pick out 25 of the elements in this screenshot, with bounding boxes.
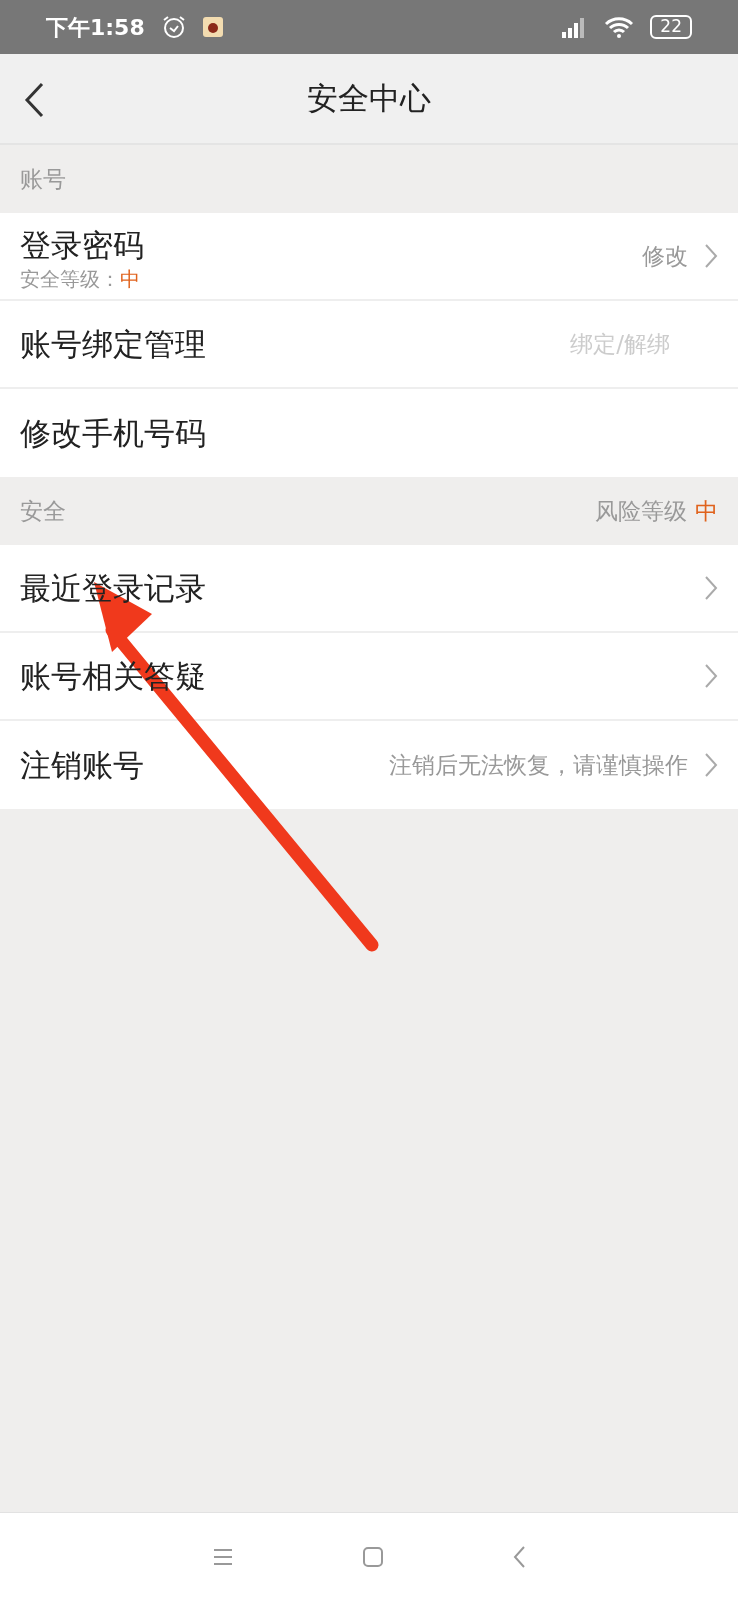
chevron-icon xyxy=(704,575,718,601)
chevron-icon xyxy=(704,752,718,778)
app-notification-icon xyxy=(202,17,223,37)
wifi-icon xyxy=(604,16,635,38)
chevron-icon xyxy=(704,663,718,689)
row-label: 账号绑定管理 xyxy=(20,324,206,364)
row-value: 注销后无法恢复，请谨慎操作 xyxy=(389,750,688,780)
risk-level-label: 风险等级 xyxy=(595,496,687,526)
home-icon xyxy=(363,1547,383,1567)
battery-indicator: 22 xyxy=(650,15,692,39)
back-icon xyxy=(513,1546,525,1568)
row-label: 登录密码 xyxy=(20,225,144,265)
page-title: 安全中心 xyxy=(307,79,431,119)
risk-level-value: 中 xyxy=(695,496,718,526)
security-level-label: 安全等级： xyxy=(20,268,120,291)
section-header: 账号 xyxy=(20,164,66,194)
status-time: 下午1:58 xyxy=(46,13,145,42)
row-label: 修改手机号码 xyxy=(20,413,206,453)
row-value: 修改 xyxy=(642,241,688,271)
section-header: 安全 xyxy=(20,496,66,526)
security-level-value: 中 xyxy=(120,268,140,291)
chevron-icon xyxy=(704,243,718,269)
menu-icon xyxy=(213,1548,233,1566)
row-label: 注销账号 xyxy=(20,745,144,785)
back-icon xyxy=(24,82,44,118)
